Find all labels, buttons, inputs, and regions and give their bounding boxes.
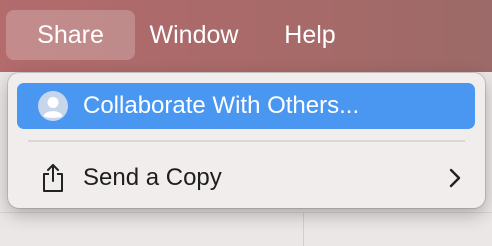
menu-bar: Share Window Help [0,0,492,72]
menu-share[interactable]: Share [6,10,135,60]
collaborate-label: Collaborate With Others... [83,92,360,119]
background-divider [0,212,492,213]
chevron-right-icon [449,155,461,201]
send-a-copy-label: Send a Copy [83,164,222,191]
send-a-copy-item[interactable]: Send a Copy [17,155,475,201]
background-column-divider [303,212,304,246]
menu-help[interactable]: Help [268,10,352,60]
share-dropdown-menu: Collaborate With Others... Send a Copy [8,73,485,208]
menu-separator [28,140,465,142]
menu-window[interactable]: Window [140,10,248,60]
collaborate-with-others-item[interactable]: Collaborate With Others... [17,83,475,129]
share-icon [29,155,77,201]
person-icon [29,83,77,129]
